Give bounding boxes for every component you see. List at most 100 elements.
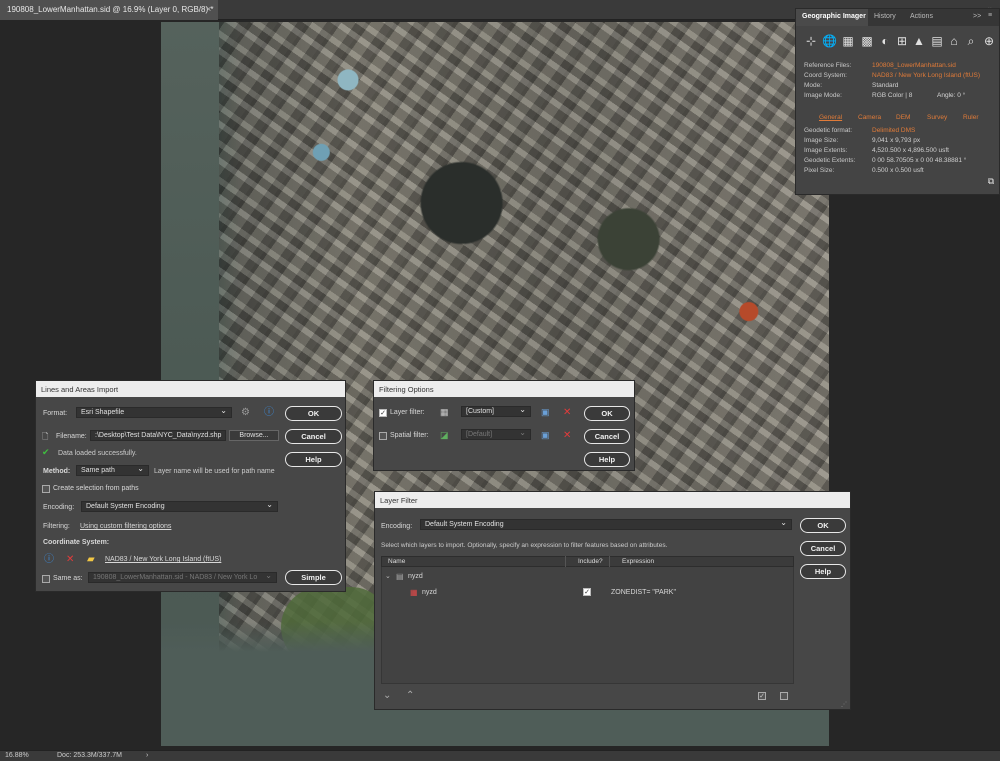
info-angle: Angle: 0 ° — [937, 92, 966, 99]
status-bar: 16.88% Doc: 253.3M/337.7M › — [0, 750, 1000, 761]
subtab-survey[interactable]: Survey — [927, 114, 947, 121]
format-label: Format: — [43, 410, 68, 417]
spatial-filter-checkbox[interactable] — [379, 432, 387, 440]
help-button[interactable]: Help — [285, 452, 342, 467]
select-all-icon[interactable]: ✓ — [758, 692, 766, 700]
create-selection-checkbox[interactable] — [42, 485, 50, 493]
gear-icon[interactable]: ⚙ — [241, 407, 250, 418]
import-icon[interactable]: ⌂ — [947, 34, 961, 48]
subtab-dem[interactable]: DEM — [896, 114, 910, 121]
zoom-level[interactable]: 16.88% — [5, 752, 29, 759]
grid-icon[interactable]: ⊞ — [895, 34, 909, 48]
detail-image-size: Image Size: 9,041 x 9,793 px — [804, 137, 921, 144]
table-row-group[interactable]: nyzd — [408, 573, 423, 580]
mosaic-icon[interactable]: ▩ — [860, 34, 874, 48]
tab-geographic-imager[interactable]: Geographic Imager — [802, 13, 866, 20]
col-include[interactable]: Include? — [578, 558, 603, 565]
checkmark-icon: ✔ — [42, 447, 50, 457]
subtab-general[interactable]: General — [819, 114, 842, 121]
subtab-ruler[interactable]: Ruler — [963, 114, 979, 121]
export-icon[interactable]: ⌕ — [964, 34, 978, 48]
method-select[interactable]: Same path — [76, 465, 149, 476]
col-expression[interactable]: Expression — [622, 558, 654, 565]
clear-coord-icon[interactable]: ✕ — [66, 554, 74, 565]
select-none-icon[interactable] — [780, 692, 788, 700]
terrain-icon[interactable]: ▲ — [912, 34, 926, 48]
cancel-button[interactable]: Cancel — [800, 541, 846, 556]
browse-button[interactable]: Browse... — [229, 430, 279, 441]
spatial-filter-label: Spatial filter: — [390, 432, 429, 439]
table-row-layer[interactable]: nyzd — [422, 589, 437, 596]
document-tab[interactable]: 190808_LowerManhattan.sid @ 16.9% (Layer… — [0, 0, 218, 20]
cancel-button[interactable]: Cancel — [285, 429, 342, 444]
file-icon: 🗋 — [42, 432, 49, 441]
col-divider — [565, 556, 566, 567]
metadata-icon[interactable]: ▤ — [930, 34, 944, 48]
collapse-all-icon[interactable]: ⌃ — [406, 690, 414, 701]
method-label: Method: — [43, 468, 71, 475]
coord-info-icon[interactable]: ⓘ — [44, 554, 54, 565]
layer-filter-select[interactable]: [Custom] — [461, 406, 531, 417]
coord-system-link[interactable]: NAD83 / New York Long Island (ftUS) — [105, 556, 221, 563]
encoding-select[interactable]: Default System Encoding — [81, 501, 278, 512]
loaded-status: Data loaded successfully. — [58, 450, 137, 457]
encoding-label: Encoding: — [381, 523, 413, 530]
ok-button[interactable]: OK — [584, 406, 630, 421]
clear-layer-filter-icon[interactable]: ✕ — [563, 407, 571, 418]
filtering-label: Filtering: — [43, 523, 70, 530]
filename-field[interactable]: :\Desktop\Test Data\NYC_Data\nyzd.shp — [90, 430, 226, 441]
filtering-options-link[interactable]: Using custom filtering options — [80, 523, 171, 530]
folder-icon[interactable]: ▰ — [87, 554, 95, 565]
include-checkbox[interactable]: ✓ — [583, 588, 591, 596]
detail-pixel-size: Pixel Size: 0.500 x 0.500 usft — [804, 167, 924, 174]
ok-button[interactable]: OK — [285, 406, 342, 421]
dialog-title: Lines and Areas Import — [36, 381, 345, 397]
geographic-imager-panel: Geographic Imager History Actions >> ≡ ⊹… — [795, 8, 1000, 195]
info-image-mode: Image Mode: RGB Color | 8 — [804, 92, 913, 99]
info-mode: Mode: Standard — [804, 82, 899, 89]
same-as-select[interactable]: 190808_LowerManhattan.sid - NAD83 / New … — [88, 572, 277, 583]
cancel-button[interactable]: Cancel — [584, 429, 630, 444]
col-name[interactable]: Name — [388, 558, 405, 565]
detail-geodetic-format: Geodetic format: Delimited DMS — [804, 127, 916, 134]
resize-grip-icon[interactable]: ⋰ — [841, 700, 847, 711]
tab-actions[interactable]: Actions — [910, 13, 933, 20]
dialog-title: Filtering Options — [374, 381, 634, 397]
transform-icon[interactable]: 🌐 — [822, 34, 837, 48]
same-as-checkbox[interactable] — [42, 575, 50, 583]
subtab-camera[interactable]: Camera — [858, 114, 881, 121]
save-spatial-icon[interactable]: ▣ — [541, 430, 550, 441]
help-button[interactable]: Help — [800, 564, 846, 579]
encoding-select[interactable]: Default System Encoding — [420, 519, 792, 530]
help-button[interactable]: Help — [584, 452, 630, 467]
panel-menu-icon[interactable]: >> — [973, 13, 981, 20]
table-header: Name Include? Expression — [381, 556, 794, 567]
format-select[interactable]: Esri Shapefile — [76, 407, 232, 418]
layer-table-icon[interactable]: ▦ — [440, 407, 449, 418]
lines-areas-import-dialog: Lines and Areas Import Format: Esri Shap… — [35, 380, 346, 592]
dialog-title: Layer Filter — [375, 492, 850, 508]
info-icon[interactable]: ⓘ — [264, 407, 274, 418]
panel-options-icon[interactable]: ≡ — [988, 12, 992, 19]
simple-button[interactable]: Simple — [285, 570, 342, 585]
layer-filter-checkbox[interactable]: ✓ — [379, 409, 387, 417]
georeference-icon[interactable]: ⊹ — [804, 34, 818, 48]
spatial-filter-select[interactable]: [Default] — [461, 429, 531, 440]
tab-history[interactable]: History — [874, 13, 896, 20]
layer-polygon-icon: ▦ — [410, 588, 418, 597]
tile-icon[interactable]: ▦ — [841, 34, 855, 48]
ok-button[interactable]: OK — [800, 518, 846, 533]
database-icon: ▤ — [396, 572, 404, 581]
instructions-text: Select which layers to import. Optionall… — [381, 542, 668, 549]
clear-spatial-filter-icon[interactable]: ✕ — [563, 430, 571, 441]
copy-icon[interactable]: ⧉ — [984, 174, 998, 188]
expand-arrow-icon[interactable]: ⌄ — [385, 572, 391, 580]
expand-all-icon[interactable]: ⌄ — [383, 690, 391, 701]
save-filter-icon[interactable]: ▣ — [541, 407, 550, 418]
reproject-icon[interactable]: ◐ — [878, 34, 892, 48]
close-tab-icon[interactable]: × — [206, 4, 211, 14]
status-menu-icon[interactable]: › — [146, 752, 148, 759]
expression-cell[interactable]: ZONEDIST= "PARK" — [611, 589, 676, 596]
add-icon[interactable]: ⊕ — [982, 34, 996, 48]
spatial-map-icon[interactable]: ◪ — [440, 430, 449, 441]
